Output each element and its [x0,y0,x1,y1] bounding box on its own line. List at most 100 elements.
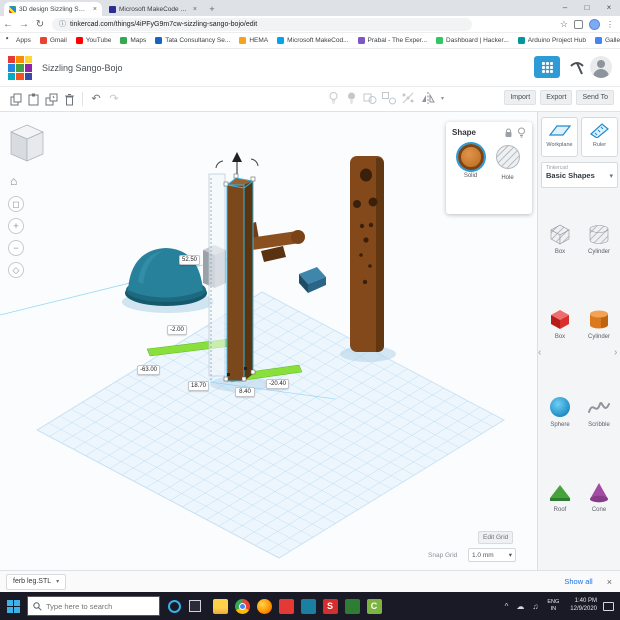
perspective-toggle-button[interactable]: ◇ [8,262,24,278]
dim-depth-field[interactable]: 8.40 [235,387,255,397]
dim-x-field[interactable]: -63.00 [137,365,161,375]
extensions-icon[interactable] [574,19,583,29]
viewport-canvas[interactable]: ⌂ ◻ + − ◇ 52.50 -2.00 -63.00 18.70 8.40 … [0,112,537,570]
shape-tile-sphere[interactable]: Sphere [543,395,577,428]
bookmark-item[interactable]: Arduino Project Hub [517,37,586,44]
bookmark-item[interactable]: Gallery of Things | T... [594,37,620,44]
new-tab-button[interactable]: + [206,3,218,15]
align-icon[interactable] [401,91,415,105]
shape-tile-box-hole[interactable]: Box [543,222,577,255]
bookmark-item[interactable]: Maps [120,37,146,44]
shape-tile-scribble[interactable]: Scribble [582,395,616,428]
teal-app-icon[interactable] [300,598,316,614]
design-title[interactable]: Sizzling Sango-Bojo [42,63,123,73]
shape-tile-cylinder-hole[interactable]: Cylinder [582,222,616,255]
group-icon[interactable] [363,91,377,105]
solid-option[interactable]: Solid [456,144,486,181]
zoom-in-button[interactable]: + [8,218,24,234]
chrome-icon[interactable] [234,598,250,614]
ruler-tool-button[interactable]: Ruler [581,117,618,157]
send-to-button[interactable]: Send To [576,90,614,105]
fit-view-button[interactable]: ◻ [8,196,24,212]
firefox-icon[interactable] [256,598,272,614]
shape-tile-cylinder[interactable]: Cylinder [582,307,616,340]
minimize-button[interactable]: – [554,0,576,16]
workplane-tool-button[interactable]: Workplane [541,117,578,157]
browser-profile-avatar[interactable] [589,18,600,30]
duplicate-button[interactable] [42,91,60,107]
download-item[interactable]: ferb leg.STL ▾ [6,573,67,590]
file-explorer-icon[interactable] [212,598,228,614]
show-all-downloads-link[interactable]: Show all [564,577,592,586]
lock-icon[interactable] [504,128,513,138]
bookmark-item[interactable]: YouTube [75,37,111,44]
bookmark-item[interactable]: Microsoft MakeCod... [277,37,349,44]
green-app-icon[interactable] [344,598,360,614]
taskbar-search[interactable] [27,596,160,616]
mirror-icon[interactable] [420,91,436,105]
dim-width-field[interactable]: 18.70 [188,381,210,391]
browser-menu-icon[interactable]: ⋮ [606,20,614,29]
blocks-editor-button[interactable] [534,56,560,78]
bookmark-item[interactable]: Prabal - The Exper... [357,37,427,44]
tab-close-icon[interactable]: × [93,6,97,13]
ungroup-icon[interactable] [381,91,396,105]
start-button[interactable] [7,599,20,613]
cortana-icon[interactable] [168,599,181,613]
delete-button[interactable] [60,91,78,107]
shape-category-dropdown[interactable]: Tinkercad Basic Shapes ▾ [541,162,618,188]
hole-swatch[interactable] [495,144,521,170]
pickaxe-icon[interactable] [568,58,586,76]
solid-swatch[interactable] [457,144,484,170]
close-button[interactable]: × [598,0,620,16]
chevron-right-icon[interactable]: › [614,347,617,358]
bookmark-item[interactable]: Tata Consultancy Se... [155,37,230,44]
tinkercad-logo[interactable] [8,56,32,80]
zoom-out-button[interactable]: − [8,240,24,256]
tab-tinkercad[interactable]: 3D design Sizzling Sango-Bojo × [4,2,102,16]
chevron-down-icon[interactable]: ▾ [441,95,444,102]
notification-center-icon[interactable] [603,601,614,611]
bookmark-item[interactable]: Dashboard | Hacker... [436,37,509,44]
export-button[interactable]: Export [540,90,573,105]
bookmark-star-icon[interactable]: ☆ [560,19,568,30]
selected-column-shape[interactable] [225,177,255,382]
hole-option[interactable]: Hole [493,144,523,181]
shape-tile-cone[interactable]: Cone [582,480,616,513]
taskbar-clock[interactable]: 1:40 PM 12/9/2020 [570,598,597,614]
reload-icon[interactable]: ↻ [32,19,48,30]
sound-icon[interactable]: ♫ [532,602,538,611]
lightbulb-icon[interactable] [517,127,526,138]
paste-button[interactable] [24,91,42,107]
cloud-icon[interactable]: ☁ [516,602,524,611]
workplane-grid[interactable] [35,291,506,559]
bookmark-item[interactable]: HEMA [239,37,268,44]
language-indicator[interactable]: ENG IN [547,599,559,612]
undo-button[interactable]: ↶ [87,91,105,107]
url-box[interactable]: ⓘ tinkercad.com/things/4iPFyG9m7cw-sizzl… [52,17,472,31]
ghost-column-shape[interactable] [208,173,226,377]
snap-grid-select[interactable]: 1.0 mm ▾ [468,548,516,562]
home-view-button[interactable]: ⌂ [10,174,17,188]
blue-wedge-shape[interactable] [299,267,326,293]
s-app-icon[interactable]: S [322,598,338,614]
face-board-shape[interactable] [350,156,384,352]
task-view-icon[interactable] [189,600,201,612]
copy-button[interactable] [6,91,24,107]
dim-z-field[interactable]: -2.00 [167,325,187,335]
tab-close-icon[interactable]: × [193,6,197,13]
chevron-left-icon[interactable]: ‹ [538,347,541,358]
show-all-bulb-icon[interactable] [345,91,358,105]
view-cube[interactable] [4,120,50,170]
forward-icon[interactable]: → [16,19,32,30]
page-info-icon[interactable]: ⓘ [59,19,66,29]
shape-tile-roof[interactable]: Roof [543,480,577,513]
redo-button[interactable]: ↷ [105,91,123,107]
shape-tile-box[interactable]: Box [543,307,577,340]
import-button[interactable]: Import [504,90,537,105]
tab-makecode[interactable]: Microsoft MakeCode for micro:b × [104,2,202,16]
arm-shape[interactable] [246,222,305,262]
user-avatar[interactable] [590,56,612,78]
dim-height-field[interactable]: 52.50 [179,255,201,265]
maximize-button[interactable]: □ [576,0,598,16]
